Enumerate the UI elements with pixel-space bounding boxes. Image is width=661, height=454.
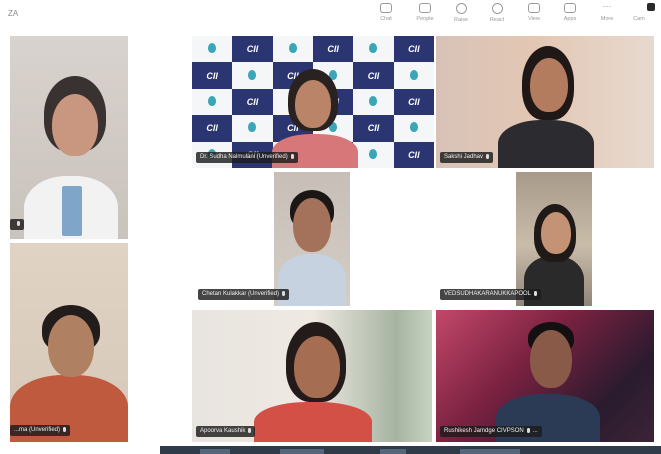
apps-icon (564, 3, 576, 13)
mic-muted-icon (63, 427, 67, 432)
participant-name-tag: ...ma (Unverified) (10, 425, 71, 436)
participant-face (293, 198, 331, 252)
participant-face (530, 330, 572, 388)
participant-name-tag: Rushikesh Jamdge CIVPSON... (440, 426, 542, 437)
more-label: More (600, 16, 614, 22)
participant-tile[interactable]: Rushikesh Jamdge CIVPSON... (436, 310, 654, 442)
more-options-label[interactable]: ... (533, 428, 538, 434)
taskbar-app-icon[interactable] (460, 449, 520, 454)
participant-name: Dr. Sudha Nalmulani (Unverified) (200, 154, 288, 160)
people-label: People (416, 16, 434, 22)
raise-hand-button[interactable]: Raise (444, 3, 478, 29)
participant-tile[interactable]: VEDSUDHAKARANUKKAPOOL (436, 172, 654, 306)
participant-body (498, 120, 594, 168)
video-feed (274, 172, 350, 306)
participant-name: Chetan Kulakkar (Unverified) (202, 291, 280, 297)
raise-hand-icon (455, 3, 467, 14)
meeting-toolbar: ZA Chat People Raise React View Apps ···… (0, 0, 661, 30)
chat-button[interactable]: Chat (369, 3, 403, 29)
participant-face (541, 212, 571, 254)
react-button[interactable]: React (480, 3, 514, 29)
people-button[interactable]: People (408, 3, 442, 29)
participant-name: ...ma (Unverified) (14, 427, 61, 433)
more-button[interactable]: ··· More (590, 1, 624, 29)
mic-muted-icon (282, 291, 286, 296)
view-button[interactable]: View (517, 3, 551, 29)
apps-label: Apps (563, 16, 577, 22)
people-icon (419, 3, 431, 13)
react-icon (491, 3, 503, 14)
participant-name-tag: Apoorva Kaushik (196, 426, 256, 437)
view-label: View (528, 16, 540, 22)
taskbar-app-icon[interactable] (200, 449, 230, 454)
taskbar (0, 444, 661, 454)
participant-name-tag: Chetan Kulakkar (Unverified) (198, 289, 290, 300)
participant-name-tag: Sakshi Jadhav (440, 152, 494, 163)
taskbar-app-icon[interactable] (280, 449, 324, 454)
video-feed (516, 172, 592, 306)
participant-face (295, 80, 331, 128)
participant-name: Sakshi Jadhav (444, 154, 484, 160)
participant-name-tag: VEDSUDHAKARANUKKAPOOL (440, 289, 542, 300)
participant-tile[interactable] (10, 36, 128, 239)
participant-face (294, 336, 340, 398)
participant-name-tag: Dr. Sudha Nalmulani (Unverified) (196, 152, 298, 163)
mic-muted-icon (17, 221, 20, 226)
mic-muted-icon (248, 428, 252, 433)
participant-face (48, 315, 94, 377)
react-label: React (489, 17, 505, 23)
camera-label: Cam (633, 16, 645, 22)
view-icon (528, 3, 540, 13)
mic-muted-icon (526, 428, 530, 433)
participant-name-tag (10, 219, 24, 230)
participant-face (52, 94, 98, 156)
mic-muted-icon (486, 154, 490, 159)
participant-name: Rushikesh Jamdge CIVPSON (444, 428, 524, 434)
participant-name: VEDSUDHAKARANUKKAPOOL (444, 291, 532, 297)
raise-label: Raise (453, 17, 469, 23)
window-control-icon (647, 3, 655, 11)
chat-icon (380, 3, 392, 13)
participant-tile[interactable]: ...ma (Unverified) (10, 243, 128, 442)
participant-face (530, 58, 568, 112)
mic-muted-icon (290, 154, 294, 159)
window-title: ZA (8, 9, 19, 18)
participant-tile[interactable]: Chetan Kulakkar (Unverified) (196, 172, 432, 306)
chat-label: Chat (380, 16, 392, 22)
participant-name: Apoorva Kaushik (200, 428, 246, 434)
participant-body (254, 402, 372, 442)
participant-tile[interactable]: CII CII CII CII CII CII CII CII CII CII CII CII … (192, 36, 434, 168)
mic-muted-icon (534, 291, 538, 296)
taskbar-strip (160, 446, 661, 454)
apps-button[interactable]: Apps (553, 3, 587, 29)
lanyard-icon (62, 186, 82, 236)
more-icon: ··· (602, 1, 612, 11)
taskbar-app-icon[interactable] (380, 449, 406, 454)
participant-tile[interactable]: Sakshi Jadhav (436, 36, 654, 168)
participant-tile[interactable]: Apoorva Kaushik (192, 310, 432, 442)
